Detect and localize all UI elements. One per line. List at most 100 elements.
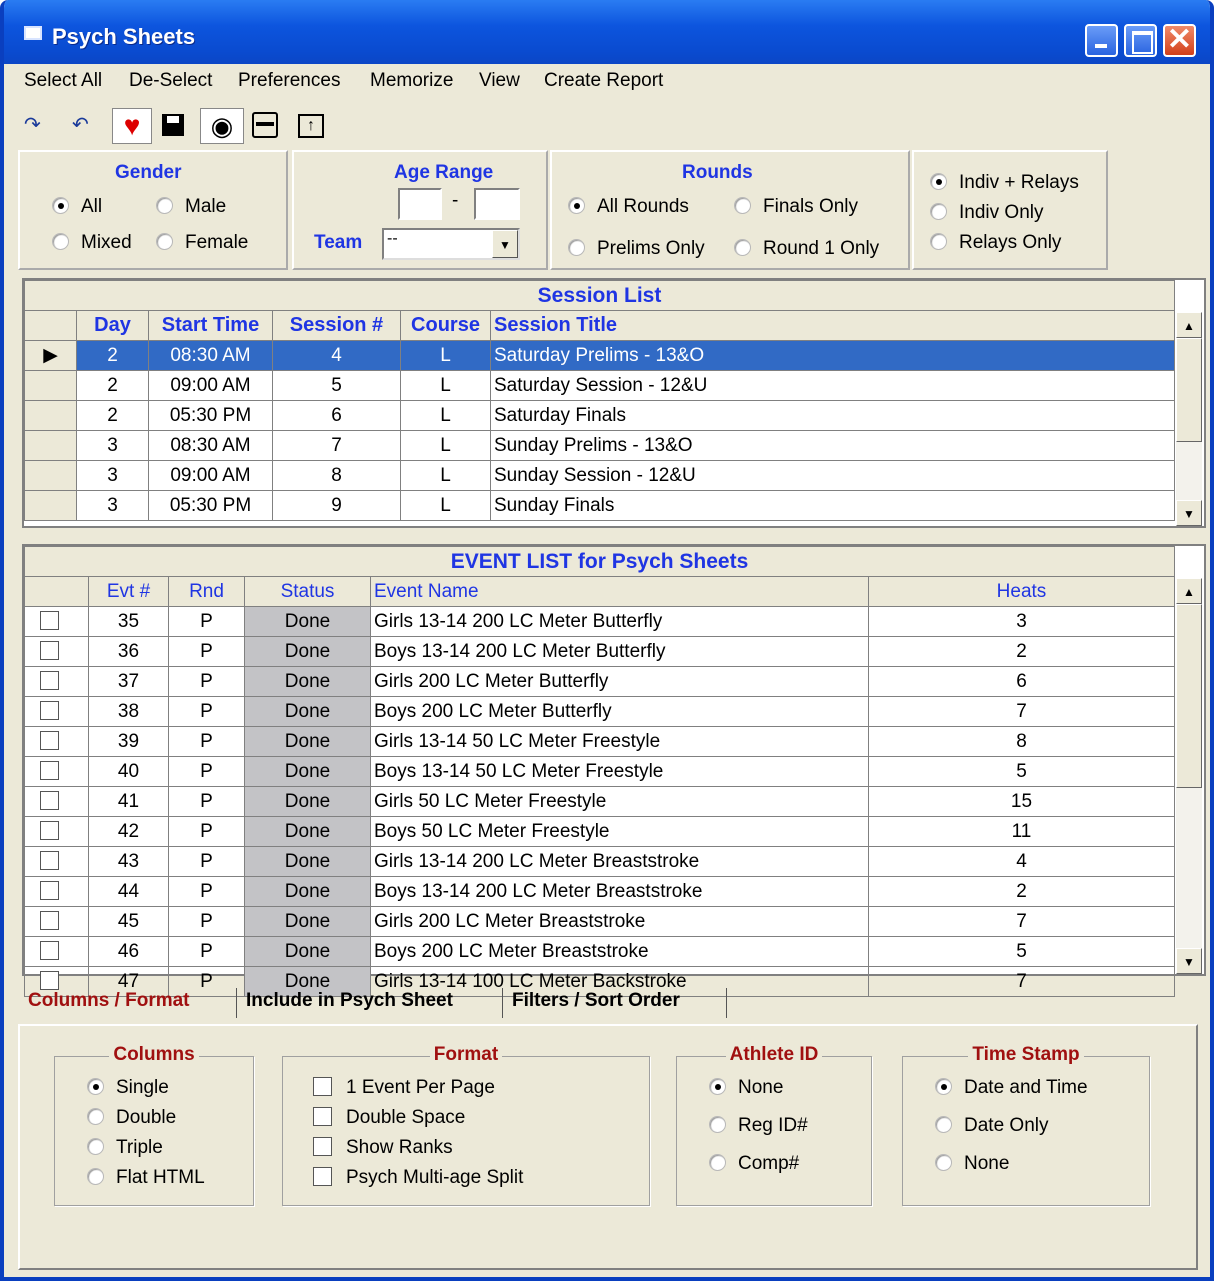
menu-de-select[interactable]: De-Select	[129, 70, 212, 92]
event-name: Girls 50 LC Meter Freestyle	[370, 786, 869, 817]
event-row[interactable]: 42 P Done Boys 50 LC Meter Freestyle 11	[24, 816, 1175, 847]
event-row[interactable]: 39 P Done Girls 13-14 50 LC Meter Freestyle…	[24, 726, 1175, 757]
minimize-button[interactable]	[1085, 24, 1118, 57]
menu-memorize[interactable]: Memorize	[370, 70, 453, 92]
one-event-per-page-checkbox[interactable]: 1 Event Per Page	[313, 1077, 495, 1099]
event-row[interactable]: 41 P Done Girls 50 LC Meter Freestyle 15	[24, 786, 1175, 817]
double-space-checkbox[interactable]: Double Space	[313, 1107, 465, 1129]
col-event-number[interactable]: Evt #	[88, 576, 169, 607]
rounds-prelims-radio[interactable]: Prelims Only	[568, 238, 705, 260]
menu-preferences[interactable]: Preferences	[238, 70, 340, 92]
scroll-thumb[interactable]	[1176, 338, 1202, 442]
chevron-down-icon[interactable]: ▼	[492, 230, 518, 258]
col-round[interactable]: Rnd	[168, 576, 245, 607]
session-row[interactable]: 2 05:30 PM 6 L Saturday Finals	[24, 400, 1176, 431]
print-icon[interactable]	[252, 112, 278, 138]
menu-view[interactable]: View	[479, 70, 520, 92]
tab-columns-format[interactable]: Columns / Format	[28, 990, 190, 1012]
event-row[interactable]: 40 P Done Boys 13-14 50 LC Meter Freestyle 5	[24, 756, 1175, 787]
session-row[interactable]: 2 09:00 AM 5 L Saturday Session - 12&U	[24, 370, 1176, 401]
scroll-thumb[interactable]	[1176, 604, 1202, 788]
columns-single-radio[interactable]: Single	[87, 1077, 169, 1099]
gender-all-radio[interactable]: All	[52, 196, 102, 218]
event-row[interactable]: 43 P Done Girls 13-14 200 LC Meter Breastst…	[24, 846, 1175, 877]
session-scrollbar[interactable]: ▲ ▼	[1176, 312, 1202, 526]
event-checkbox[interactable]	[40, 820, 59, 840]
event-checkbox[interactable]	[40, 700, 59, 720]
event-checkbox[interactable]	[40, 910, 59, 930]
event-checkbox[interactable]	[40, 940, 59, 960]
show-ranks-checkbox[interactable]: Show Ranks	[313, 1137, 453, 1159]
col-event-name[interactable]: Event Name	[370, 576, 869, 607]
heart-icon[interactable]: ♥	[112, 108, 152, 144]
export-icon[interactable]: ↑	[298, 114, 324, 138]
event-row[interactable]: 36 P Done Boys 13-14 200 LC Meter Butterfly…	[24, 636, 1175, 667]
event-row[interactable]: 35 P Done Girls 13-14 200 LC Meter Butterfl…	[24, 606, 1175, 637]
undo-icon[interactable]: ↶	[72, 110, 89, 140]
menu-select-all[interactable]: Select All	[24, 70, 102, 92]
time-stamp-date-time-radio[interactable]: Date and Time	[935, 1077, 1088, 1099]
col-course[interactable]: Course	[400, 310, 491, 341]
col-heats[interactable]: Heats	[868, 576, 1175, 607]
event-row[interactable]: 45 P Done Girls 200 LC Meter Breaststroke 7	[24, 906, 1175, 937]
indiv-only-radio[interactable]: Indiv Only	[930, 202, 1043, 224]
event-row[interactable]: 46 P Done Boys 200 LC Meter Breaststroke 5	[24, 936, 1175, 967]
close-button[interactable]: ✕	[1163, 23, 1196, 57]
age-high-input[interactable]	[474, 188, 520, 220]
col-status[interactable]: Status	[244, 576, 371, 607]
maximize-button[interactable]	[1124, 24, 1157, 57]
session-row[interactable]: ▶ 2 08:30 AM 4 L Saturday Prelims - 13&O	[24, 340, 1176, 371]
col-start-time[interactable]: Start Time	[148, 310, 273, 341]
event-scrollbar[interactable]: ▲ ▼	[1176, 578, 1202, 974]
gender-female-radio[interactable]: Female	[156, 232, 248, 254]
col-day[interactable]: Day	[76, 310, 149, 341]
rounds-all-radio[interactable]: All Rounds	[568, 196, 689, 218]
event-checkbox[interactable]	[40, 610, 59, 630]
event-row[interactable]: 44 P Done Boys 13-14 200 LC Meter Breaststr…	[24, 876, 1175, 907]
athlete-id-reg-radio[interactable]: Reg ID#	[709, 1115, 808, 1137]
scroll-down-icon[interactable]: ▼	[1176, 948, 1202, 974]
scroll-down-icon[interactable]: ▼	[1176, 500, 1202, 526]
redo-icon[interactable]: ↷	[24, 110, 41, 140]
event-checkbox[interactable]	[40, 880, 59, 900]
event-checkbox[interactable]	[40, 850, 59, 870]
radio-icon	[734, 197, 751, 214]
session-row[interactable]: 3 05:30 PM 9 L Sunday Finals	[24, 490, 1176, 521]
session-row[interactable]: 3 08:30 AM 7 L Sunday Prelims - 13&O	[24, 430, 1176, 461]
event-checkbox[interactable]	[40, 730, 59, 750]
columns-triple-radio[interactable]: Triple	[87, 1137, 163, 1159]
event-checkbox[interactable]	[40, 670, 59, 690]
gender-mixed-radio[interactable]: Mixed	[52, 232, 132, 254]
save-icon[interactable]	[162, 114, 184, 136]
event-row[interactable]: 37 P Done Girls 200 LC Meter Butterfly 6	[24, 666, 1175, 697]
col-session-title[interactable]: Session Title	[489, 310, 1176, 341]
event-checkbox[interactable]	[40, 790, 59, 810]
athlete-id-comp-radio[interactable]: Comp#	[709, 1153, 799, 1175]
team-dropdown[interactable]: -- ▼	[382, 228, 520, 260]
event-checkbox[interactable]	[40, 760, 59, 780]
multi-age-split-checkbox[interactable]: Psych Multi-age Split	[313, 1167, 523, 1189]
close-icon: ✕	[1166, 23, 1193, 56]
rounds-finals-radio[interactable]: Finals Only	[734, 196, 858, 218]
age-low-input[interactable]	[398, 188, 442, 220]
time-stamp-date-only-radio[interactable]: Date Only	[935, 1115, 1048, 1137]
relays-only-radio[interactable]: Relays Only	[930, 232, 1061, 254]
session-row[interactable]: 3 09:00 AM 8 L Sunday Session - 12&U	[24, 460, 1176, 491]
scroll-up-icon[interactable]: ▲	[1176, 312, 1202, 338]
rounds-round1-radio[interactable]: Round 1 Only	[734, 238, 879, 260]
gender-male-radio[interactable]: Male	[156, 196, 226, 218]
col-session-number[interactable]: Session #	[272, 310, 401, 341]
title-bar[interactable]: Psych Sheets ✕	[4, 0, 1210, 64]
scroll-up-icon[interactable]: ▲	[1176, 578, 1202, 604]
athlete-id-none-radio[interactable]: None	[709, 1077, 783, 1099]
event-row[interactable]: 38 P Done Boys 200 LC Meter Butterfly 7	[24, 696, 1175, 727]
tab-include-in-psych-sheet[interactable]: Include in Psych Sheet	[246, 990, 453, 1012]
columns-double-radio[interactable]: Double	[87, 1107, 176, 1129]
event-checkbox[interactable]	[40, 640, 59, 660]
time-stamp-none-radio[interactable]: None	[935, 1153, 1009, 1175]
tab-filters-sort-order[interactable]: Filters / Sort Order	[512, 990, 680, 1012]
menu-create-report[interactable]: Create Report	[544, 70, 663, 92]
indiv-relays-radio[interactable]: Indiv + Relays	[930, 172, 1079, 194]
eye-icon[interactable]: ◉	[200, 108, 244, 144]
columns-flat-html-radio[interactable]: Flat HTML	[87, 1167, 205, 1189]
